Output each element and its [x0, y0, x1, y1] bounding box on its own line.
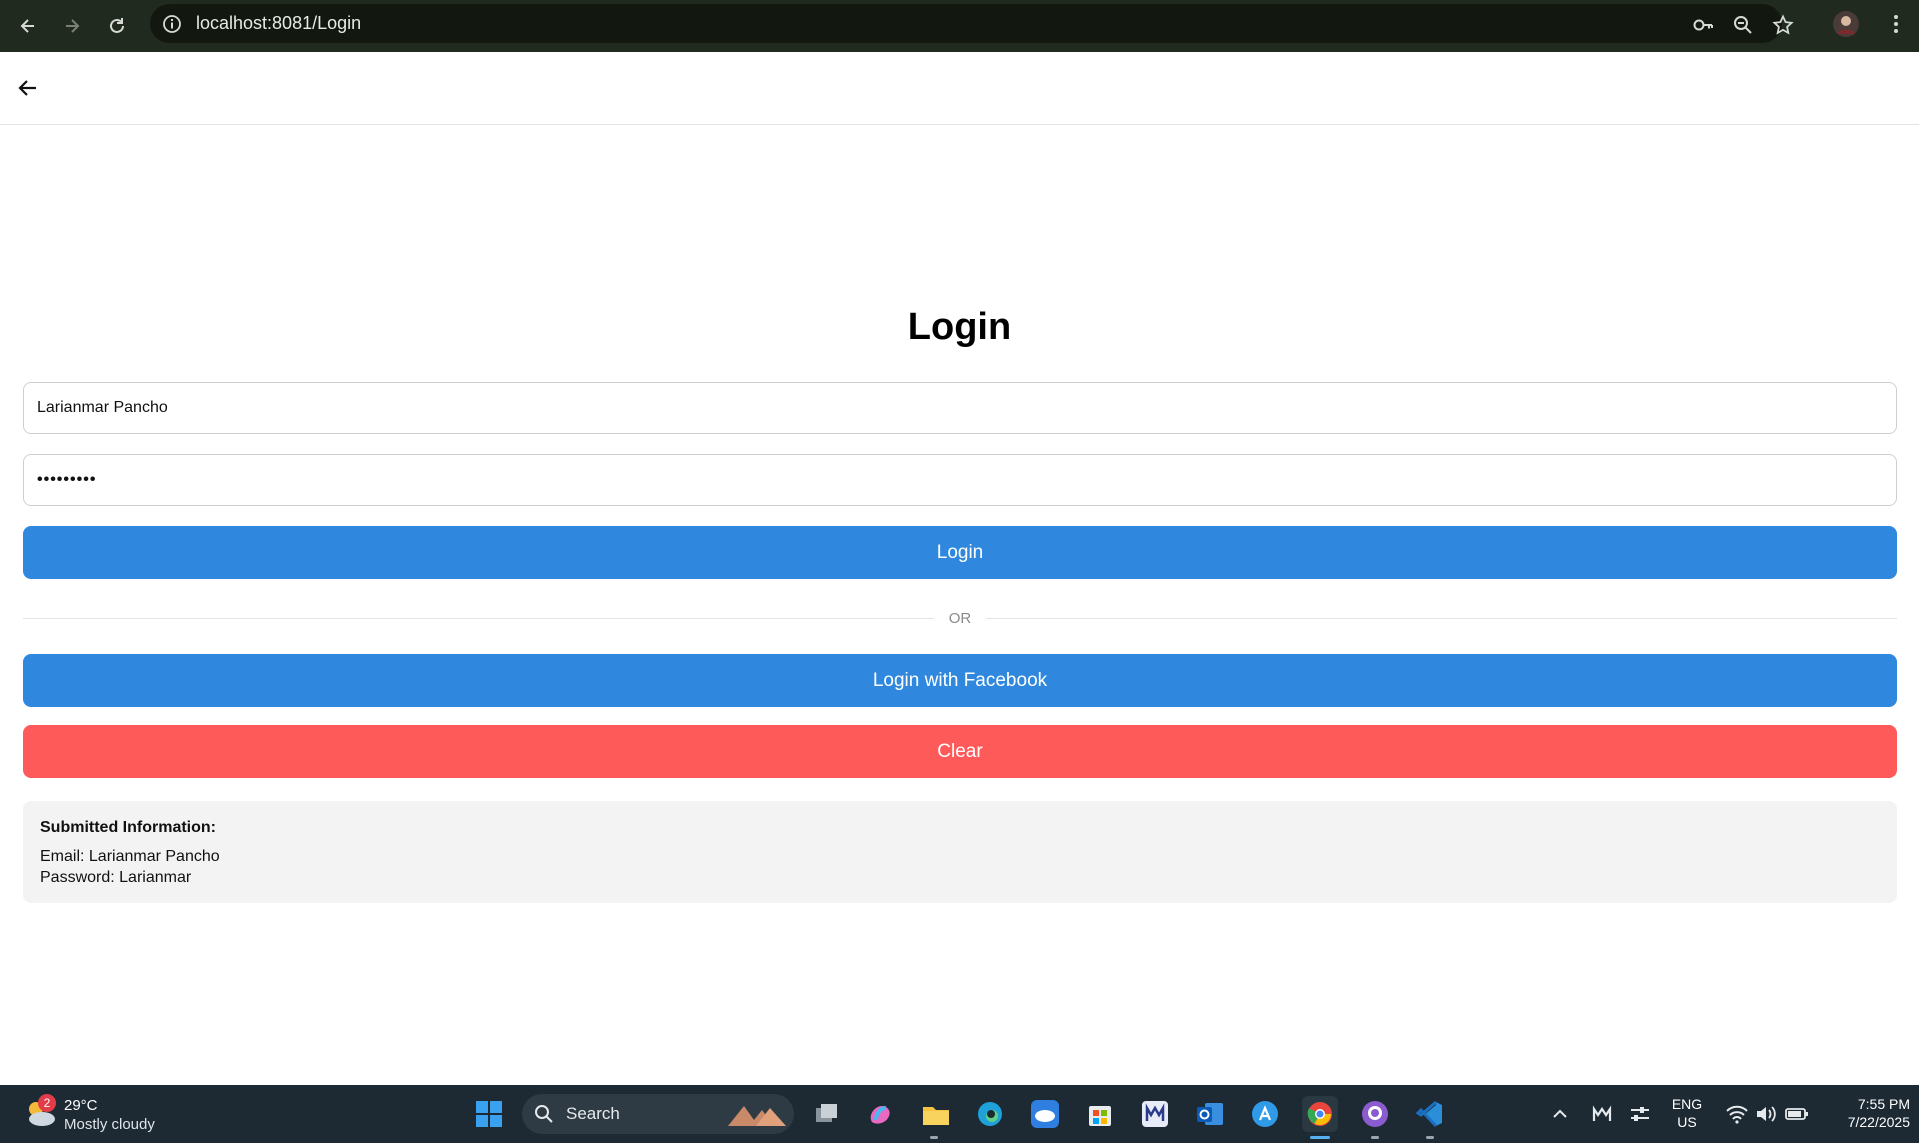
maple-tray-icon[interactable] — [1590, 1097, 1614, 1131]
temperature: 29°C — [64, 1097, 98, 1114]
copilot-icon[interactable] — [862, 1096, 898, 1132]
address-bar[interactable]: localhost:8081/Login — [150, 4, 1794, 43]
github-desktop-icon[interactable] — [1357, 1096, 1393, 1132]
search-highlight-icon — [726, 1100, 788, 1128]
taskbar-search[interactable]: Search — [522, 1094, 794, 1134]
chrome-icon[interactable] — [1302, 1096, 1338, 1132]
language-code: ENG — [1671, 1096, 1703, 1112]
submitted-info-header: Submitted Information: — [40, 819, 216, 836]
clock-date: 7/22/2025 — [1847, 1114, 1910, 1130]
back-arrow-icon[interactable] — [16, 76, 44, 104]
maple-app-icon[interactable] — [1137, 1096, 1173, 1132]
battery-icon[interactable] — [1784, 1097, 1810, 1131]
settings-sliders-icon[interactable] — [1628, 1097, 1652, 1131]
outlook-icon[interactable] — [1192, 1096, 1228, 1132]
chrome-active-indicator — [1310, 1136, 1330, 1139]
edge-browser-icon[interactable] — [972, 1096, 1008, 1132]
clock-time: 7:55 PM — [1857, 1096, 1910, 1112]
password-key-icon[interactable] — [1692, 14, 1714, 36]
app-store-icon[interactable] — [1247, 1096, 1283, 1132]
password-field[interactable]: ••••••••• — [23, 454, 1897, 506]
submitted-password: Password: Larianmar — [40, 869, 192, 886]
windows-start-icon[interactable] — [471, 1096, 507, 1132]
url-text: localhost:8081/Login — [196, 13, 362, 33]
divider-line-right — [986, 618, 1897, 619]
github-running-indicator — [1371, 1136, 1379, 1139]
show-hidden-icons-chevron-up-icon[interactable] — [1548, 1097, 1572, 1131]
weather-widget[interactable]: 2 29°C Mostly cloudy — [22, 1093, 182, 1137]
search-label: Search — [566, 1104, 620, 1123]
page-title: Login — [907, 306, 1012, 348]
forward-icon[interactable] — [58, 12, 86, 40]
site-info-icon[interactable] — [162, 14, 182, 34]
vscode-running-indicator — [1426, 1136, 1434, 1139]
file-explorer-icon[interactable] — [918, 1096, 954, 1132]
login-button[interactable]: Login — [23, 526, 1897, 579]
weather-condition: Mostly cloudy — [64, 1116, 155, 1133]
search-icon — [534, 1104, 554, 1124]
app-header — [0, 52, 1919, 125]
browser-menu-icon[interactable] — [1882, 10, 1910, 38]
onedrive-icon[interactable] — [1027, 1096, 1063, 1132]
reload-icon[interactable] — [103, 12, 131, 40]
wifi-icon[interactable] — [1724, 1097, 1750, 1131]
email-field[interactable]: Larianmar Pancho — [23, 382, 1897, 434]
task-view-icon[interactable] — [808, 1096, 844, 1132]
weather-badge: 2 — [38, 1094, 56, 1112]
or-text: OR — [948, 610, 972, 627]
browser-toolbar: localhost:8081/Login — [0, 0, 1919, 52]
bookmark-star-icon[interactable] — [1772, 14, 1794, 36]
profile-avatar[interactable] — [1832, 10, 1860, 38]
facebook-login-button[interactable]: Login with Facebook — [23, 654, 1897, 707]
submitted-info-panel: Submitted Information: Email: Larianmar … — [23, 801, 1897, 903]
clear-button[interactable]: Clear — [23, 725, 1897, 778]
submitted-email: Email: Larianmar Pancho — [40, 848, 220, 865]
volume-icon[interactable] — [1754, 1097, 1780, 1131]
or-divider: OR — [23, 607, 1897, 631]
explorer-running-indicator — [930, 1136, 938, 1139]
windows-taskbar: 2 29°C Mostly cloudy Search ENG US 7:55 … — [0, 1085, 1919, 1143]
region-code: US — [1677, 1114, 1697, 1130]
back-icon[interactable] — [14, 12, 42, 40]
language-indicator[interactable]: ENG US — [1665, 1095, 1709, 1131]
microsoft-store-icon[interactable] — [1082, 1096, 1118, 1132]
vscode-icon[interactable] — [1412, 1096, 1448, 1132]
zoom-icon[interactable] — [1732, 14, 1754, 36]
system-clock[interactable]: 7:55 PM 7/22/2025 — [1810, 1095, 1910, 1131]
